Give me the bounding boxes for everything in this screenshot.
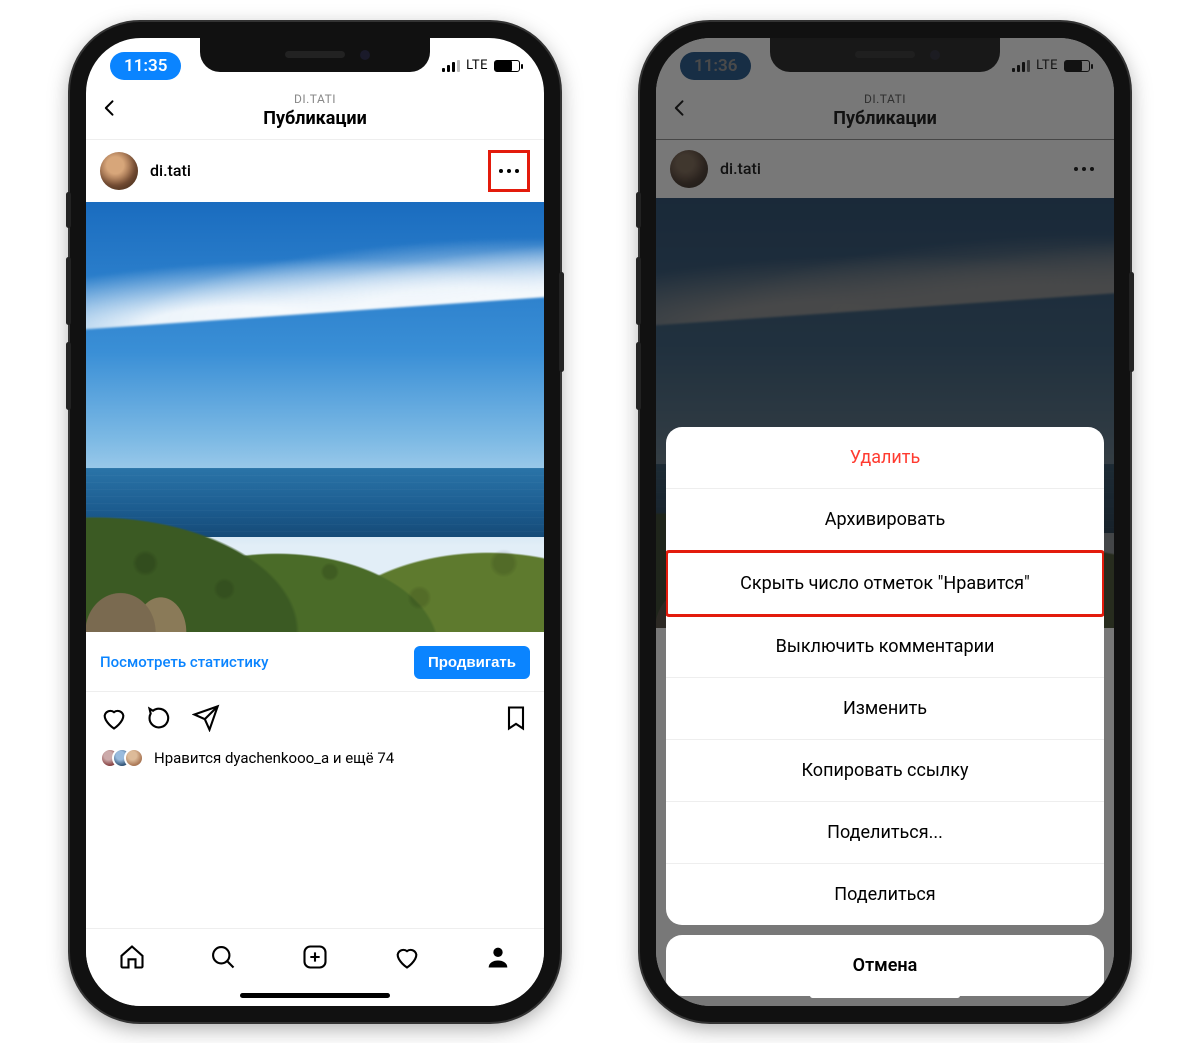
comment-icon [146,704,174,732]
send-icon [192,704,220,732]
tab-bar [86,928,544,1006]
view-stats-link[interactable]: Посмотреть статистику [100,653,269,671]
header-subtitle: DI.TATI [86,92,544,106]
like-avatars [100,748,144,768]
sheet-item-copy-link[interactable]: Копировать ссылку [666,740,1104,802]
home-indicator[interactable] [240,993,390,998]
action-sheet: Удалить Архивировать Скрыть число отмето… [666,427,1104,996]
status-indicators: LTE [442,58,520,73]
promote-button[interactable]: Продвигать [414,646,530,679]
bookmark-button[interactable] [502,704,530,736]
nav-header: DI.TATI Публикации [86,86,544,140]
plus-square-icon [301,943,329,971]
sheet-item-share-ellipsis[interactable]: Поделиться... [666,802,1104,864]
bookmark-icon [502,704,530,732]
likes-row[interactable]: Нравится dyachenkooo_a и ещё 74 [86,742,544,768]
more-button[interactable] [493,155,525,187]
sheet-item-disable-comments[interactable]: Выключить комментарии [666,616,1104,678]
tab-search[interactable] [209,943,237,975]
search-icon [209,943,237,971]
like-button[interactable] [100,704,128,736]
sheet-item-delete[interactable]: Удалить [666,427,1104,489]
chevron-left-icon [100,98,120,118]
status-time: 11:35 [110,52,181,80]
post-header: di.tati [86,140,544,202]
avatar[interactable] [100,152,138,190]
post-user[interactable]: di.tati [100,152,191,190]
signal-icon [442,60,460,72]
sheet-cancel-button[interactable]: Отмена [666,935,1104,996]
sheet-item-archive[interactable]: Архивировать [666,489,1104,551]
header-title: Публикации [86,108,544,129]
username[interactable]: di.tati [150,161,191,180]
heart-icon [393,943,421,971]
sheet-item-share[interactable]: Поделиться [666,864,1104,925]
phone-left: 11:35 LTE DI.TATI Публикации di.tati [70,22,560,1022]
more-icon [499,169,519,173]
likes-text: Нравится dyachenkooo_a и ещё 74 [154,749,394,767]
tab-home[interactable] [118,943,146,975]
share-button[interactable] [192,704,220,736]
sheet-item-edit[interactable]: Изменить [666,678,1104,740]
tab-post[interactable] [301,943,329,975]
post-image[interactable] [86,202,544,632]
battery-icon [494,60,520,72]
notch [200,38,430,72]
sheet-item-hide-likes[interactable]: Скрыть число отметок "Нравится" [666,550,1104,617]
profile-icon [484,943,512,971]
network-label: LTE [466,58,488,73]
tab-profile[interactable] [484,943,512,975]
phone-right: 11:36 LTE DI.TATI Публикации di.tati [640,22,1130,1022]
home-indicator[interactable] [810,993,960,998]
promote-row: Посмотреть статистику Продвигать [86,632,544,692]
more-button-highlight [488,150,530,192]
heart-icon [100,704,128,732]
post-actions [86,692,544,742]
home-icon [118,943,146,971]
back-button[interactable] [100,98,120,122]
comment-button[interactable] [146,704,174,736]
action-sheet-group: Удалить Архивировать Скрыть число отмето… [666,427,1104,925]
tab-activity[interactable] [393,943,421,975]
